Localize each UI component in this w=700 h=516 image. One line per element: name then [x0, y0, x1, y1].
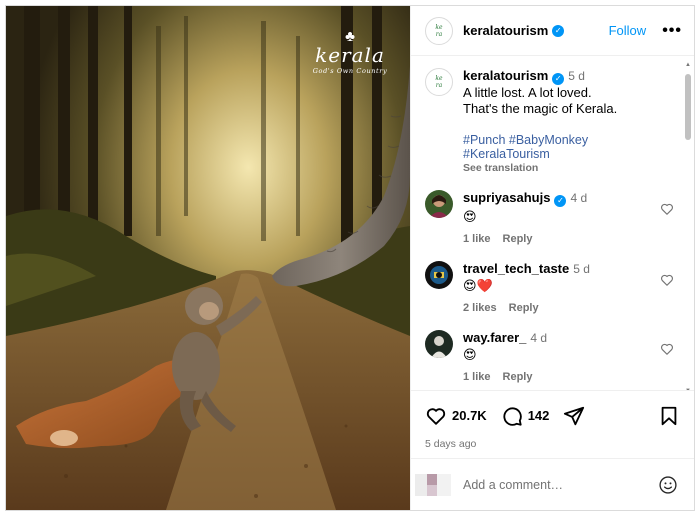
- brand-wordmark: kerala: [315, 43, 385, 67]
- kerala-tourism-logo-icon: ke ra: [435, 75, 443, 89]
- comment-username[interactable]: travel_tech_taste: [463, 261, 569, 276]
- comment-time: 4 d: [530, 331, 548, 345]
- kerala-tourism-watermark: ♣ kerala God's Own Country: [312, 28, 388, 75]
- avatar[interactable]: [425, 330, 453, 358]
- add-comment-bar: [411, 458, 694, 510]
- like-heart-icon[interactable]: [425, 405, 447, 427]
- scrollbar[interactable]: ▲ ▼: [685, 62, 691, 390]
- user-avatar-image: [425, 261, 453, 289]
- comment-time: 4 d: [570, 191, 588, 205]
- add-comment-input[interactable]: [463, 477, 658, 492]
- comment-username[interactable]: supriyasahujs: [463, 190, 550, 205]
- like-count[interactable]: 20.7K: [452, 408, 487, 423]
- avatar[interactable]: ke ra: [425, 16, 453, 45]
- post-actions-bar: 20.7K 142: [411, 390, 694, 440]
- heart-outline-icon[interactable]: [660, 342, 674, 356]
- heart-outline-icon[interactable]: [660, 202, 674, 216]
- reply-button[interactable]: Reply: [509, 302, 539, 314]
- comment-text: 😍: [463, 347, 477, 362]
- caption-line-1: A little lost. A lot loved.: [463, 85, 592, 100]
- bookmark-icon[interactable]: [658, 405, 680, 427]
- comment-item: travel_tech_taste 5 d 😍❤️ 2 likes Reply: [425, 261, 678, 314]
- scroll-up-arrow-icon[interactable]: ▲: [685, 62, 691, 68]
- comment-item: way.farer_ 4 d 😍 1 like Reply: [425, 330, 678, 383]
- more-options-icon[interactable]: •••: [662, 22, 682, 40]
- comment-likes[interactable]: 2 likes: [463, 302, 497, 314]
- post-image[interactable]: ♣ kerala God's Own Country: [6, 6, 410, 510]
- verified-badge-icon: ✓: [554, 195, 567, 207]
- comment-time: 5 d: [573, 262, 590, 276]
- share-send-icon[interactable]: [563, 405, 585, 427]
- comment-item: supriyasahujs ✓ 4 d 😍 1 like Reply: [425, 190, 678, 245]
- emoji-smiley-icon[interactable]: [658, 475, 678, 495]
- post-details-panel: kera keralatourism ✓ Follow ••• ▲ ▼ kera…: [410, 6, 694, 510]
- palm-tree-icon: ♣: [345, 28, 355, 45]
- caption-time: 5 d: [568, 69, 585, 83]
- post-caption: ke ra keralatourism ✓ 5 d A little lost. A …: [425, 56, 678, 174]
- user-avatar-image: [425, 190, 453, 218]
- comment-bubble-icon[interactable]: [501, 405, 523, 427]
- post-modal: ♣ kerala God's Own Country ke ra keralato…: [5, 5, 695, 511]
- verified-badge-icon: ✓: [552, 24, 565, 37]
- caption-hashtags: #Punch #BabyMonkey #KeralaTourism: [463, 133, 678, 161]
- current-user-avatar: [415, 473, 451, 496]
- comment-likes[interactable]: 1 like: [463, 371, 491, 383]
- caption-line-2: That's the magic of Kerala.: [463, 101, 618, 116]
- post-timestamp: 5 days ago: [425, 438, 477, 450]
- verified-badge-icon: ✓: [552, 73, 565, 85]
- post-header: ke ra keralatourism ✓ Follow •••: [411, 6, 694, 56]
- header-username[interactable]: keralatourism: [463, 23, 548, 38]
- comment-likes[interactable]: 1 like: [463, 233, 491, 245]
- caption-username[interactable]: keralatourism: [463, 68, 548, 83]
- see-translation-link[interactable]: See translation: [463, 162, 678, 174]
- comment-text: 😍❤️: [463, 278, 493, 293]
- comment-username[interactable]: way.farer_: [463, 330, 526, 345]
- heart-outline-icon[interactable]: [660, 273, 674, 287]
- user-avatar-image: [425, 330, 453, 358]
- hashtag-link[interactable]: #KeralaTourism: [463, 147, 550, 161]
- reply-button[interactable]: Reply: [503, 233, 533, 245]
- avatar[interactable]: [425, 190, 453, 218]
- comment-count[interactable]: 142: [528, 408, 550, 423]
- avatar[interactable]: [425, 261, 453, 289]
- comment-text: 😍: [463, 209, 477, 224]
- reply-button[interactable]: Reply: [503, 371, 533, 383]
- hashtag-link[interactable]: #Punch: [463, 133, 505, 147]
- user-avatar-image: [415, 473, 451, 496]
- forest-scene-illustration: [6, 6, 410, 510]
- avatar[interactable]: ke ra: [425, 68, 453, 96]
- kerala-tourism-logo-icon: ke ra: [435, 23, 443, 38]
- scroll-down-arrow-icon[interactable]: ▼: [685, 388, 691, 390]
- comments-scroll-area[interactable]: ▲ ▼ kera keralatourism✓5 d A little lost…: [411, 56, 694, 390]
- scrollbar-thumb[interactable]: [685, 74, 691, 140]
- follow-button[interactable]: Follow: [609, 23, 647, 38]
- hashtag-link[interactable]: #BabyMonkey: [509, 133, 588, 147]
- brand-tagline: God's Own Country: [312, 67, 388, 75]
